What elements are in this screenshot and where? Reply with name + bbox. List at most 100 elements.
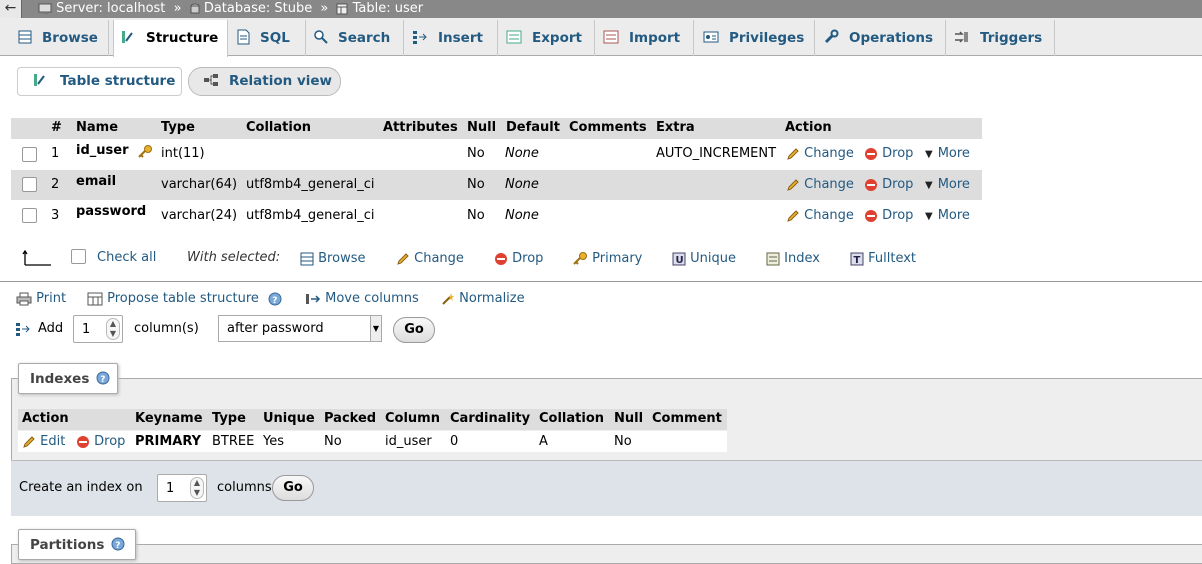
column-header[interactable]: Extra bbox=[656, 120, 695, 135]
more-dropdown[interactable]: ▼ More bbox=[925, 146, 970, 161]
drop-button[interactable]: Drop bbox=[864, 208, 913, 223]
move-columns-icon bbox=[306, 293, 321, 304]
triangle-down-icon: ▼ bbox=[925, 180, 933, 191]
create-index-go-button[interactable]: Go bbox=[272, 475, 314, 501]
tab-search[interactable]: Search bbox=[308, 20, 404, 56]
bulk-change-button[interactable]: Change bbox=[396, 251, 464, 266]
breadcrumb-server[interactable]: Server: localhost bbox=[56, 1, 165, 16]
bulk-index-button[interactable]: Index bbox=[766, 251, 820, 266]
index-edit-button[interactable]: Edit bbox=[22, 434, 65, 449]
export-icon bbox=[506, 30, 522, 44]
import-icon bbox=[603, 30, 619, 44]
structure-table-header bbox=[11, 118, 982, 139]
collapse-arrow-icon[interactable]: ← bbox=[0, 0, 22, 18]
column-header[interactable]: Type bbox=[161, 120, 195, 135]
row-checkbox[interactable] bbox=[22, 177, 37, 192]
index-collation: A bbox=[539, 434, 548, 449]
change-button[interactable]: Change bbox=[786, 146, 854, 161]
index-null: No bbox=[614, 434, 632, 449]
change-button[interactable]: Change bbox=[786, 208, 854, 223]
bulk-unique-button[interactable]: U Unique bbox=[672, 251, 736, 266]
triggers-icon bbox=[955, 31, 968, 43]
partitions-legend: Partitions ? bbox=[18, 529, 136, 560]
add-column-count-stepper[interactable]: 1 ▲ ▼ bbox=[73, 315, 123, 343]
column-header[interactable]: Collation bbox=[246, 120, 311, 135]
index-header: Action bbox=[22, 411, 69, 426]
breadcrumb-database[interactable]: Database: Stube bbox=[204, 1, 312, 16]
index-header: Null bbox=[614, 411, 644, 426]
insert-icon bbox=[413, 31, 427, 44]
row-checkbox[interactable] bbox=[22, 147, 37, 162]
bulk-primary-button[interactable]: Primary bbox=[572, 251, 642, 266]
database-icon bbox=[190, 3, 200, 14]
create-index-count-stepper[interactable]: 1 ▲ ▼ bbox=[157, 474, 207, 502]
indexes-legend: Indexes ? bbox=[18, 363, 118, 394]
tab-sql[interactable]: SQL bbox=[230, 20, 306, 56]
tab-operations[interactable]: Operations bbox=[817, 20, 946, 56]
move-columns-link[interactable]: Move columns bbox=[305, 291, 419, 306]
index-drop-button[interactable]: Drop bbox=[76, 434, 125, 449]
column-header[interactable]: Null bbox=[467, 120, 496, 135]
bulk-drop-button[interactable]: Drop bbox=[494, 251, 543, 266]
subtab-relation-view[interactable]: Relation view bbox=[188, 67, 341, 96]
breadcrumb-table[interactable]: Table: user bbox=[353, 1, 423, 16]
index-type: BTREE bbox=[212, 434, 255, 449]
table-icon bbox=[336, 3, 348, 15]
bulk-fulltext-button[interactable]: T Fulltext bbox=[850, 251, 916, 266]
pencil-icon bbox=[787, 209, 799, 222]
drop-button[interactable]: Drop bbox=[864, 177, 913, 192]
check-all-checkbox[interactable] bbox=[71, 249, 86, 264]
drop-icon bbox=[865, 147, 877, 160]
propose-table-structure-link[interactable]: Propose table structure bbox=[87, 291, 259, 306]
column-header[interactable]: Name bbox=[76, 120, 118, 135]
help-icon[interactable]: ? bbox=[96, 371, 110, 385]
more-dropdown[interactable]: ▼ More bbox=[925, 208, 970, 223]
normalize-link[interactable]: Normalize bbox=[441, 291, 525, 306]
row-checkbox[interactable] bbox=[22, 208, 37, 223]
help-icon[interactable]: ? bbox=[111, 537, 125, 551]
print-link[interactable]: Print bbox=[16, 291, 66, 306]
column-extra: AUTO_INCREMENT bbox=[656, 146, 777, 161]
tab-import[interactable]: Import bbox=[597, 20, 694, 56]
stepper-arrows-icon[interactable]: ▲ ▼ bbox=[190, 477, 204, 499]
column-header[interactable]: Comments bbox=[569, 120, 647, 135]
tab-triggers[interactable]: Triggers bbox=[948, 20, 1055, 56]
drop-icon bbox=[865, 209, 877, 222]
column-header[interactable]: Default bbox=[506, 120, 560, 135]
column-null: No bbox=[467, 208, 485, 223]
pencil-icon bbox=[787, 147, 799, 160]
check-all-label[interactable]: Check all bbox=[97, 250, 156, 265]
tab-browse[interactable]: Browse bbox=[12, 20, 109, 56]
stepper-arrows-icon[interactable]: ▲ ▼ bbox=[106, 318, 120, 340]
column-null: No bbox=[467, 146, 485, 161]
printer-icon bbox=[16, 292, 32, 305]
help-icon[interactable]: ? bbox=[268, 292, 282, 306]
relation-icon bbox=[204, 74, 218, 86]
row-number: 1 bbox=[51, 146, 60, 161]
add-label: Add bbox=[38, 321, 64, 336]
bulk-browse-button[interactable]: Browse bbox=[300, 251, 365, 266]
column-header[interactable]: Attributes bbox=[383, 120, 458, 135]
add-columns-go-button[interactable]: Go bbox=[393, 317, 435, 343]
column-type: int(11) bbox=[161, 146, 205, 161]
tab-structure[interactable]: Structure bbox=[113, 20, 228, 57]
breadcrumb: ← Server: localhost » Database: Stube » … bbox=[0, 0, 1202, 18]
columns-unit-label: column(s) bbox=[134, 321, 199, 336]
more-dropdown[interactable]: ▼ More bbox=[925, 177, 970, 192]
column-header: # bbox=[51, 120, 62, 135]
breadcrumb-separator: » bbox=[173, 1, 182, 16]
change-button[interactable]: Change bbox=[786, 177, 854, 192]
fulltext-icon: T bbox=[850, 252, 864, 266]
index-cardinality: 0 bbox=[450, 434, 459, 449]
subtab-table-structure[interactable]: Table structure bbox=[17, 67, 182, 96]
svg-text:?: ? bbox=[100, 375, 105, 385]
tab-privileges[interactable]: Privileges bbox=[697, 20, 815, 56]
index-header: Comment bbox=[652, 411, 722, 426]
column-position-select[interactable]: after password ▼ bbox=[218, 315, 382, 342]
index-keyname: PRIMARY bbox=[135, 434, 202, 449]
tab-export[interactable]: Export bbox=[500, 20, 595, 56]
tab-insert[interactable]: Insert bbox=[406, 20, 498, 56]
column-default: None bbox=[505, 146, 539, 161]
drop-button[interactable]: Drop bbox=[864, 146, 913, 161]
column-default: None bbox=[505, 208, 539, 223]
